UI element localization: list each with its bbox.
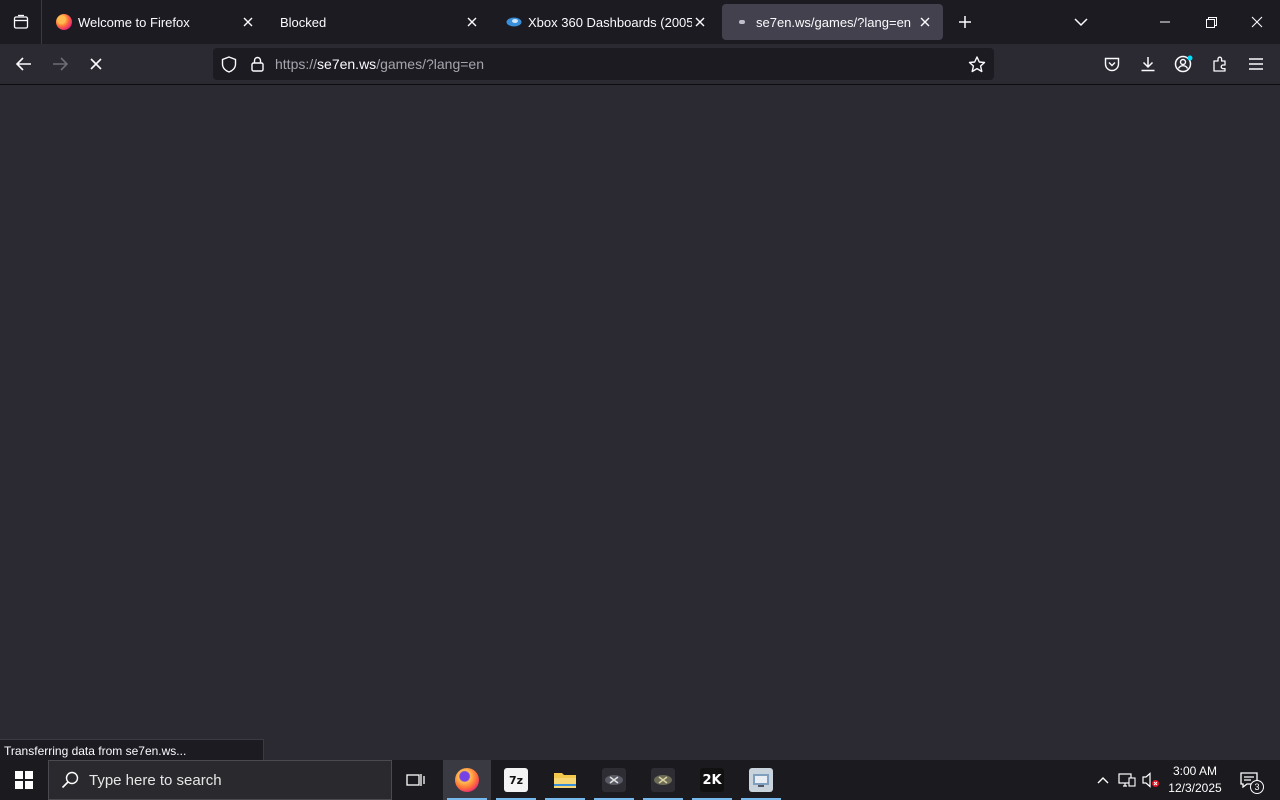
navigation-toolbar: https://se7en.ws/games/?lang=en xyxy=(0,44,1280,85)
url-text[interactable]: https://se7en.ws/games/?lang=en xyxy=(275,56,484,72)
tab-welcome-to-firefox[interactable]: Welcome to Firefox xyxy=(44,4,266,40)
2k-icon: 2K xyxy=(700,768,724,792)
xbox-tool-icon xyxy=(602,768,626,792)
page-content xyxy=(0,85,1280,760)
account-icon xyxy=(1174,55,1193,73)
taskbar-installer[interactable] xyxy=(737,760,785,800)
tab-blocked[interactable]: Blocked xyxy=(268,4,490,40)
back-button[interactable] xyxy=(8,48,40,80)
plus-icon xyxy=(959,16,971,28)
tracking-protection-shield-icon[interactable] xyxy=(219,54,239,74)
xbox-icon xyxy=(506,14,522,30)
new-tab-button[interactable] xyxy=(950,6,980,38)
clock-date: 12/3/2025 xyxy=(1168,781,1222,795)
taskbar-firefox[interactable] xyxy=(443,760,491,800)
file-explorer-icon xyxy=(554,773,576,788)
volume-muted-icon xyxy=(1142,772,1159,788)
close-icon[interactable] xyxy=(692,14,708,30)
tab-xbox-360-dashboards[interactable]: Xbox 360 Dashboards (2005-20 xyxy=(494,4,718,40)
tab-title: Xbox 360 Dashboards (2005-20 xyxy=(528,14,692,30)
show-hidden-icons-button[interactable] xyxy=(1092,760,1114,800)
task-view-icon xyxy=(406,774,425,786)
taskbar-7zip[interactable]: 7z xyxy=(492,760,540,800)
chevron-down-icon xyxy=(1074,18,1088,27)
notification-count-badge: 3 xyxy=(1250,780,1264,794)
network-tray-button[interactable] xyxy=(1116,760,1138,800)
windows-taskbar: Type here to search 7z 2K 3:00 AM 12/3/2… xyxy=(0,760,1280,800)
windows-logo-icon xyxy=(15,771,33,789)
tab-se7en-games[interactable]: se7en.ws/games/?lang=en xyxy=(722,4,943,40)
clock-time: 3:00 AM xyxy=(1172,764,1218,778)
close-icon xyxy=(1251,16,1263,28)
taskbar-xbox-tool[interactable] xyxy=(590,760,638,800)
network-icon xyxy=(1118,773,1136,787)
tab-strip: Welcome to Firefox Blocked Xbox 360 Dash… xyxy=(0,0,1280,44)
back-arrow-icon xyxy=(16,57,31,71)
url-bar[interactable]: https://se7en.ws/games/?lang=en xyxy=(213,48,994,80)
account-button[interactable] xyxy=(1168,48,1200,80)
volume-tray-button[interactable] xyxy=(1140,760,1162,800)
forward-button[interactable] xyxy=(44,48,76,80)
start-button[interactable] xyxy=(0,760,48,800)
status-panel: Transferring data from se7en.ws... xyxy=(0,739,264,761)
firefox-view-button[interactable] xyxy=(0,0,42,44)
pocket-button[interactable] xyxy=(1096,48,1128,80)
restore-icon xyxy=(1205,16,1217,28)
minimize-button[interactable] xyxy=(1142,0,1188,44)
forward-arrow-icon xyxy=(53,57,68,71)
stop-icon xyxy=(90,58,102,70)
firefox-view-icon xyxy=(13,14,28,29)
tab-title: Blocked xyxy=(280,14,327,30)
firefox-icon xyxy=(455,768,479,792)
firefox-icon xyxy=(56,14,72,30)
xbox-tool-2-icon xyxy=(651,768,675,792)
taskbar-xbox-tool-2[interactable] xyxy=(639,760,687,800)
loading-dot-icon xyxy=(734,14,750,30)
restore-button[interactable] xyxy=(1188,0,1234,44)
installer-icon xyxy=(749,768,773,792)
stop-button[interactable] xyxy=(80,48,112,80)
minimize-icon xyxy=(1160,21,1170,23)
taskbar-search-box[interactable]: Type here to search xyxy=(48,760,392,800)
7zip-icon: 7z xyxy=(504,768,528,792)
bookmark-star-icon[interactable] xyxy=(965,54,989,74)
downloads-button[interactable] xyxy=(1132,48,1164,80)
taskbar-clock[interactable]: 3:00 AM 12/3/2025 xyxy=(1160,763,1230,797)
url-path: /games/?lang=en xyxy=(376,56,484,72)
lock-icon[interactable] xyxy=(247,54,267,74)
close-icon[interactable] xyxy=(464,14,480,30)
chevron-up-icon xyxy=(1097,777,1109,784)
search-icon xyxy=(61,771,79,789)
close-window-button[interactable] xyxy=(1234,0,1280,44)
taskbar-file-explorer[interactable] xyxy=(541,760,589,800)
pocket-icon xyxy=(1104,57,1120,71)
url-scheme: https:// xyxy=(275,56,318,72)
close-icon[interactable] xyxy=(917,14,933,30)
taskbar-2k[interactable]: 2K xyxy=(688,760,736,800)
hamburger-menu-icon xyxy=(1249,58,1263,70)
url-host: se7en.ws xyxy=(317,56,377,72)
app-menu-button[interactable] xyxy=(1240,48,1272,80)
task-view-button[interactable] xyxy=(392,760,440,800)
list-all-tabs-button[interactable] xyxy=(1066,6,1096,38)
download-icon xyxy=(1141,57,1155,72)
tab-title: Welcome to Firefox xyxy=(78,14,190,30)
tab-title: se7en.ws/games/?lang=en xyxy=(756,14,912,30)
close-icon[interactable] xyxy=(240,14,256,30)
search-placeholder: Type here to search xyxy=(89,771,222,789)
puzzle-piece-icon xyxy=(1213,56,1226,72)
extensions-button[interactable] xyxy=(1204,48,1236,80)
